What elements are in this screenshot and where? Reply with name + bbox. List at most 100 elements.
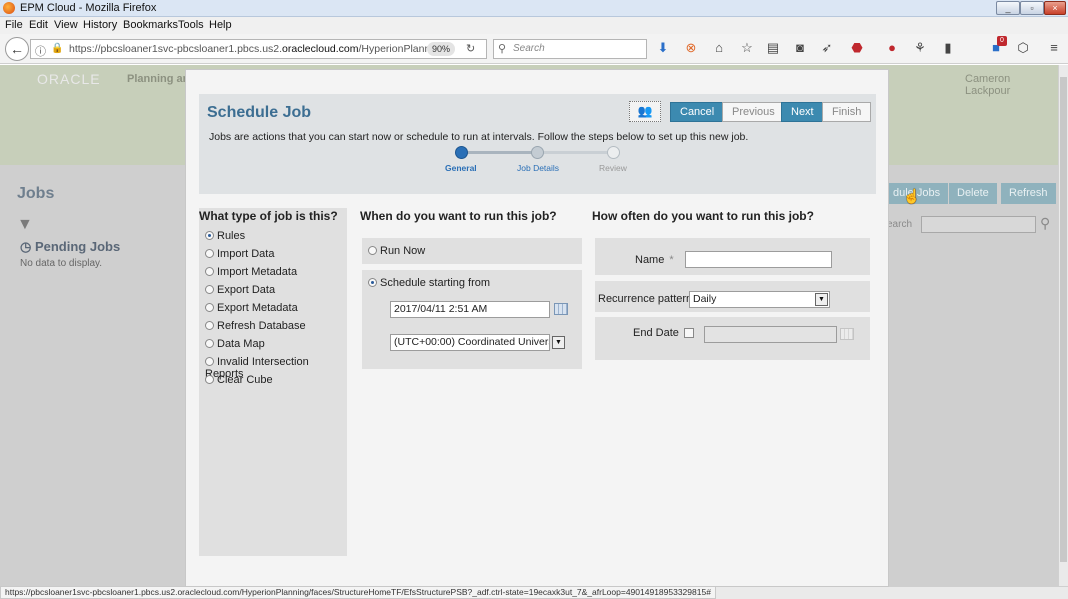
- firefox-icon: [3, 2, 15, 14]
- end-date-label: End Date: [633, 327, 679, 339]
- search-label: earch: [887, 219, 913, 230]
- clipboard-icon[interactable]: ▮: [940, 40, 956, 56]
- pocket-icon[interactable]: ◙: [792, 40, 808, 56]
- jobs-search-input[interactable]: [921, 216, 1036, 233]
- start-datetime-input[interactable]: 2017/04/11 2:51 AM: [390, 301, 550, 318]
- radio-button[interactable]: [368, 278, 377, 287]
- recurrence-dropdown-icon[interactable]: ▼: [815, 293, 828, 306]
- menu-bookmarks[interactable]: Bookmarks: [123, 19, 178, 31]
- addon-red-icon[interactable]: ●: [884, 40, 900, 56]
- reload-icon[interactable]: ↻: [466, 42, 475, 55]
- step-review-label: Review: [599, 163, 627, 173]
- adblock-icon[interactable]: ⬣: [849, 40, 865, 56]
- step-general-dot[interactable]: [455, 146, 468, 159]
- url-text[interactable]: https://pbcsloaner1svc-pbcsloaner1.pbcs.…: [69, 43, 444, 55]
- step-review-dot: [607, 146, 620, 159]
- url-bar[interactable]: ⓘ 🔒 https://pbcsloaner1svc-pbcsloaner1.p…: [30, 39, 487, 59]
- menu-tools[interactable]: Tools: [178, 19, 204, 31]
- cancel-button[interactable]: Cancel: [670, 102, 725, 122]
- radio-import-metadata[interactable]: Import Metadata: [205, 266, 297, 278]
- name-label: Name *: [635, 254, 674, 266]
- previous-button[interactable]: Previous: [722, 102, 785, 122]
- radio-button[interactable]: [205, 267, 214, 276]
- refresh-button[interactable]: Refresh: [1001, 183, 1056, 204]
- blocked-icon[interactable]: ⊗: [683, 40, 699, 56]
- job-type-heading: What type of job is this?: [199, 209, 338, 223]
- dialog-header: Schedule Job Jobs are actions that you c…: [199, 94, 876, 194]
- recurrence-label: Recurrence pattern: [598, 293, 693, 305]
- notification-badge: 0: [997, 36, 1007, 46]
- run-now-panel: Run Now: [362, 238, 582, 264]
- radio-button[interactable]: [205, 357, 214, 366]
- radio-export-data[interactable]: Export Data: [205, 284, 275, 296]
- how-often-heading: How often do you want to run this job?: [592, 209, 814, 223]
- hamburger-menu-icon[interactable]: ≡: [1046, 40, 1062, 56]
- radio-export-metadata[interactable]: Export Metadata: [205, 302, 298, 314]
- radio-button[interactable]: [205, 375, 214, 384]
- radio-button[interactable]: [205, 339, 214, 348]
- radio-button[interactable]: [205, 321, 214, 330]
- user-name[interactable]: Cameron Lackpour: [965, 73, 1058, 97]
- product-name: Planning ar: [127, 73, 187, 85]
- radio-rules[interactable]: Rules: [205, 230, 245, 242]
- radio-import-data[interactable]: Import Data: [205, 248, 274, 260]
- filter-icon[interactable]: ▼: [17, 216, 33, 234]
- timezone-select[interactable]: (UTC+00:00) Coordinated Universal: [390, 334, 550, 351]
- radio-schedule-starting-from[interactable]: Schedule starting from: [368, 277, 490, 289]
- calendar-icon[interactable]: [554, 303, 568, 315]
- settings-hex-icon[interactable]: ⬡: [1015, 40, 1031, 56]
- info-icon[interactable]: ⓘ: [35, 43, 46, 59]
- maximize-button[interactable]: ▫: [1020, 1, 1044, 15]
- scrollbar-thumb[interactable]: [1060, 77, 1067, 562]
- search-icon: ⚲: [498, 43, 507, 55]
- delete-button[interactable]: Delete: [949, 183, 997, 204]
- job-name-input[interactable]: [685, 251, 832, 268]
- radio-refresh-database[interactable]: Refresh Database: [205, 320, 306, 332]
- menu-history[interactable]: History: [83, 19, 117, 31]
- search-icon[interactable]: ⚲: [1040, 215, 1050, 232]
- vertical-scrollbar[interactable]: [1058, 65, 1068, 586]
- schedule-job-dialog: Schedule Job Jobs are actions that you c…: [185, 69, 889, 587]
- radio-button[interactable]: [205, 303, 214, 312]
- end-date-checkbox[interactable]: [684, 328, 694, 338]
- download-icon[interactable]: ⬇: [655, 40, 671, 56]
- lock-icon: 🔒: [51, 43, 64, 54]
- radio-button[interactable]: [205, 285, 214, 294]
- radio-clear-cube[interactable]: Clear Cube: [205, 374, 273, 386]
- radio-button[interactable]: [205, 231, 214, 240]
- finish-button[interactable]: Finish: [822, 102, 872, 122]
- bookmark-star-icon[interactable]: ☆: [739, 40, 755, 56]
- status-url: https://pbcsloaner1svc-pbcsloaner1.pbcs.…: [0, 586, 716, 599]
- train-connector: [537, 151, 613, 154]
- step-general-label[interactable]: General: [445, 163, 477, 173]
- back-button[interactable]: ←: [5, 37, 29, 61]
- step-job-details-label[interactable]: Job Details: [517, 163, 559, 173]
- menu-view[interactable]: View: [54, 19, 78, 31]
- home-icon[interactable]: ⌂: [711, 40, 727, 56]
- minimize-button[interactable]: _: [996, 1, 1020, 15]
- radio-button[interactable]: [205, 249, 214, 258]
- recurrence-select[interactable]: Daily: [689, 291, 830, 308]
- reading-list-icon[interactable]: ▤: [765, 40, 781, 56]
- send-icon[interactable]: ➶: [819, 40, 835, 56]
- menu-bar: File Edit View History Bookmarks Tools H…: [0, 17, 1068, 34]
- menu-help[interactable]: Help: [209, 19, 232, 31]
- zoom-indicator[interactable]: 90%: [427, 42, 456, 56]
- menu-edit[interactable]: Edit: [29, 19, 48, 31]
- radio-run-now[interactable]: Run Now: [368, 245, 425, 257]
- jobs-title: Jobs: [17, 185, 55, 202]
- mouse-cursor-icon: ☝: [903, 188, 921, 204]
- radio-data-map[interactable]: Data Map: [205, 338, 265, 350]
- radio-button[interactable]: [368, 246, 377, 255]
- schedule-panel: Schedule starting from: [362, 270, 582, 369]
- menu-file[interactable]: File: [5, 19, 23, 31]
- extension-icon[interactable]: ⚘: [912, 40, 928, 56]
- close-window-button[interactable]: ×: [1044, 1, 1066, 15]
- timezone-dropdown-icon[interactable]: ▼: [552, 336, 565, 349]
- search-placeholder: Search: [513, 43, 545, 54]
- next-button[interactable]: Next: [781, 102, 824, 122]
- search-bar[interactable]: ⚲ Search: [493, 39, 647, 59]
- people-helper-icon[interactable]: 👥: [629, 101, 661, 122]
- step-job-details-dot[interactable]: [531, 146, 544, 159]
- dialog-title: Schedule Job: [207, 104, 312, 121]
